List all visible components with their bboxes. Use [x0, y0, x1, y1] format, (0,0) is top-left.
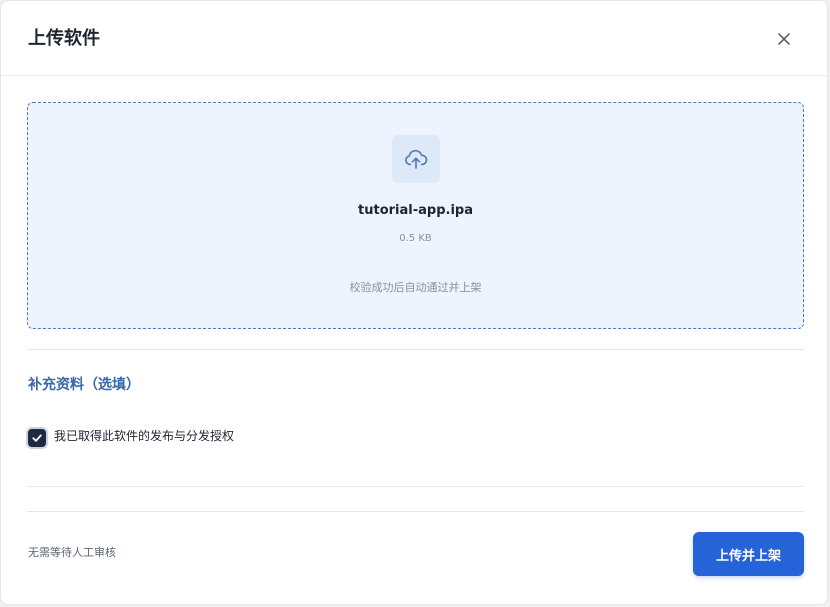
close-button[interactable] — [773, 28, 795, 50]
dropzone-hint: 校验成功后自动通过并上架 — [349, 281, 482, 294]
section-divider — [27, 349, 804, 350]
checkmark-icon — [32, 434, 42, 442]
dialog-header: 上传软件 — [1, 1, 827, 76]
upload-icon-container — [392, 135, 440, 183]
close-icon — [778, 33, 790, 45]
file-name: tutorial-app.ipa — [358, 203, 473, 218]
footer-note: 无需等待人工审核 — [28, 546, 116, 559]
file-size: 0.5 KB — [399, 233, 432, 244]
authorization-checkbox-row[interactable]: 我已取得此软件的发布与分发授权 — [27, 427, 234, 449]
file-dropzone[interactable]: tutorial-app.ipa 0.5 KB 校验成功后自动通过并上架 — [27, 102, 804, 329]
upload-software-dialog: 上传软件 tutorial-app.ipa 0.5 KB 校验成功后自动通过并上… — [0, 0, 828, 605]
supplement-section-title: 补充资料（选填） — [28, 377, 140, 393]
footer-divider — [27, 511, 804, 512]
cloud-upload-icon — [405, 149, 428, 169]
authorization-checkbox[interactable] — [28, 429, 46, 447]
authorization-checkbox-label[interactable]: 我已取得此软件的发布与分发授权 — [54, 428, 234, 444]
dialog-title: 上传软件 — [28, 28, 100, 49]
upload-and-publish-button[interactable]: 上传并上架 — [693, 532, 804, 576]
section-divider — [27, 486, 804, 487]
